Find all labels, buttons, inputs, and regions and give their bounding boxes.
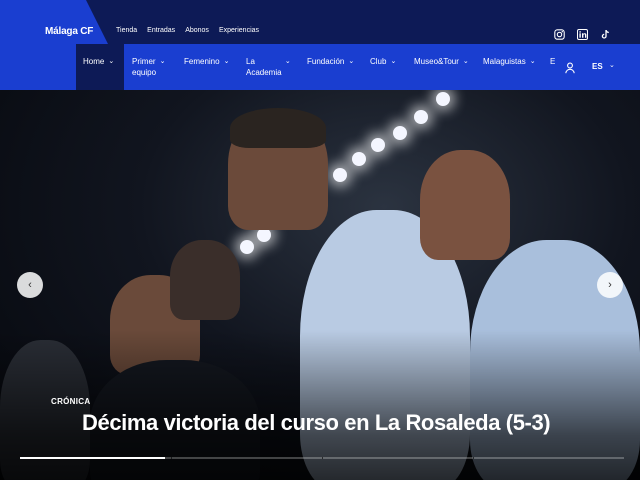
chevron-down-icon: ⌄ xyxy=(284,58,291,65)
player-photo-figure xyxy=(170,240,240,320)
slider-segment-divider xyxy=(171,457,172,459)
nav-primer-equipo[interactable]: Primer ⌄ equipo xyxy=(132,44,165,90)
linkedin-icon[interactable] xyxy=(577,27,588,40)
chevron-down-icon: ⌄ xyxy=(390,58,397,65)
chevron-down-icon: ⌄ xyxy=(223,58,230,65)
article-kicker: CRÓNICA xyxy=(51,397,91,406)
nav-femenino[interactable]: Femenino ⌄ xyxy=(184,44,229,90)
top-link-tienda[interactable]: Tienda xyxy=(116,27,137,34)
chevron-down-icon: ⌄ xyxy=(462,58,469,65)
stadium-light xyxy=(371,138,385,152)
chevron-down-icon: ⌄ xyxy=(529,58,536,65)
top-link-experiencias[interactable]: Experiencias xyxy=(219,27,259,34)
chevron-down-icon: ⌄ xyxy=(108,58,115,65)
nav-label: E xyxy=(550,57,556,66)
nav-label: Fundación xyxy=(307,57,345,66)
nav-label: La xyxy=(246,57,255,66)
nav-home-label: Home xyxy=(83,57,105,66)
stadium-light xyxy=(257,228,271,242)
user-icon[interactable] xyxy=(565,61,575,74)
stadium-light xyxy=(352,152,366,166)
brand-block xyxy=(0,0,108,44)
nav-label: Femenino xyxy=(184,57,220,66)
nav-label: Malaguistas xyxy=(483,57,526,66)
top-link-abonos[interactable]: Abonos xyxy=(185,27,209,34)
player-photo-figure xyxy=(230,108,326,148)
nav-label: Club xyxy=(370,57,387,66)
language-selector[interactable]: ES xyxy=(592,62,603,71)
article-headline[interactable]: Décima victoria del curso en La Rosaleda… xyxy=(82,410,551,436)
nav-home[interactable]: Home ⌄ xyxy=(76,44,124,90)
nav-club[interactable]: Club ⌄ xyxy=(370,44,396,90)
nav-museo-tour[interactable]: Museo&Tour ⌄ xyxy=(414,44,469,90)
tiktok-icon[interactable] xyxy=(600,27,611,39)
slider-progress xyxy=(20,457,624,459)
slider-progress-fill xyxy=(20,457,165,459)
stadium-light xyxy=(414,110,428,124)
slider-next-button[interactable]: › xyxy=(597,272,623,298)
chevron-down-icon: ⌄ xyxy=(609,62,615,69)
nav-label: Museo&Tour xyxy=(414,57,459,66)
brand-logo-text[interactable]: Málaga CF xyxy=(45,26,93,37)
stadium-light xyxy=(333,168,347,182)
nav-label: Academia xyxy=(246,68,282,77)
stadium-light xyxy=(436,92,450,106)
chevron-left-icon: ‹ xyxy=(28,279,32,291)
chevron-right-icon: › xyxy=(608,279,612,291)
main-nav: Home ⌄ Primer ⌄ equipo Femenino ⌄ La ⌄ Acade… xyxy=(0,44,640,90)
stadium-light xyxy=(393,126,407,140)
top-bar: Málaga CF Tienda Entradas Abonos Experie… xyxy=(0,0,640,44)
top-links: Tienda Entradas Abonos Experiencias xyxy=(116,27,269,34)
top-link-entradas[interactable]: Entradas xyxy=(147,27,175,34)
chevron-down-icon: ⌄ xyxy=(159,58,166,65)
chevron-down-icon: ⌄ xyxy=(348,58,355,65)
slider-prev-button[interactable]: ‹ xyxy=(17,272,43,298)
nav-label: Primer xyxy=(132,57,156,66)
social-links xyxy=(554,27,611,40)
nav-label: equipo xyxy=(132,68,157,77)
nav-la-academia[interactable]: La ⌄ Academia xyxy=(246,44,291,90)
player-photo-figure xyxy=(420,150,510,260)
slider-segment-divider xyxy=(473,457,474,459)
nav-malaguistas[interactable]: Malaguistas ⌄ xyxy=(483,44,536,90)
stadium-light xyxy=(240,240,254,254)
nav-fundacion[interactable]: Fundación ⌄ xyxy=(307,44,354,90)
slider-segment-divider xyxy=(322,457,323,459)
nav-overflow-item[interactable]: E xyxy=(550,44,555,90)
instagram-icon[interactable] xyxy=(554,27,565,40)
